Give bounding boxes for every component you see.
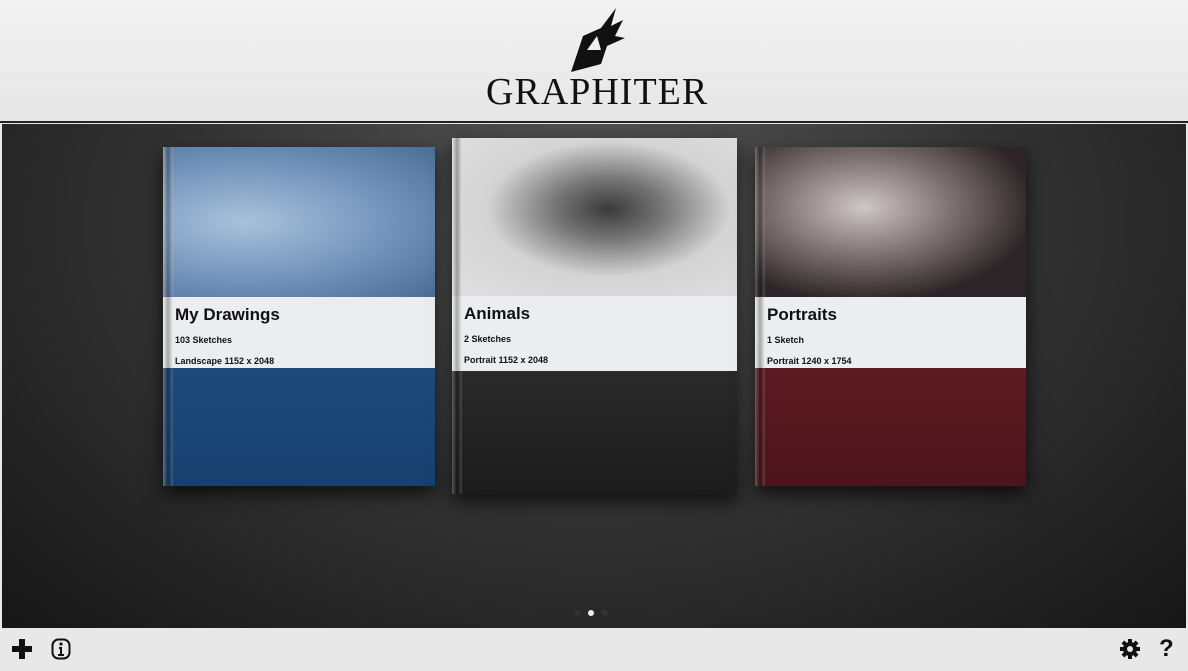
notebook-my-drawings[interactable]: My Drawings 103 Sketches Landscape 1152 … (163, 147, 435, 486)
sketch-count: 2 Sketches (464, 334, 512, 344)
info-icon (51, 638, 71, 660)
page-dot[interactable] (574, 610, 580, 616)
page-format: Landscape 1152 x 2048 (175, 356, 275, 366)
cover-image (755, 147, 1026, 297)
page-dot-active[interactable] (588, 610, 594, 616)
notebook-title: My Drawings (175, 305, 280, 324)
plus-icon (12, 639, 32, 659)
app-header: GRAPHITER (0, 0, 1188, 123)
cover-image (452, 138, 737, 296)
book-spine (163, 147, 173, 486)
page-indicator (574, 610, 608, 616)
add-notebook-button[interactable] (11, 638, 33, 664)
book-spine (755, 147, 765, 486)
pen-nib-logo-icon (571, 8, 625, 72)
page-dot[interactable] (602, 610, 608, 616)
notebook-animals[interactable]: Animals 2 Sketches Portrait 1152 x 2048 (452, 138, 737, 494)
sketch-count: 103 Sketches (175, 335, 233, 345)
notebook-title: Animals (464, 304, 531, 323)
cover-cloth (755, 368, 1026, 486)
book-spine (452, 138, 462, 494)
notebook-title: Portraits (767, 305, 837, 324)
app-logo: GRAPHITER (486, 6, 709, 114)
gear-icon (1120, 639, 1140, 659)
info-button[interactable] (51, 638, 71, 664)
cover-cloth (163, 368, 435, 486)
app-title: GRAPHITER (486, 71, 709, 113)
bottom-toolbar: ? (0, 628, 1188, 671)
help-button[interactable]: ? (1159, 637, 1174, 661)
sketch-count: 1 Sketch (767, 335, 805, 345)
cover-image (163, 147, 435, 297)
settings-button[interactable] (1119, 638, 1141, 664)
page-format: Portrait 1240 x 1754 (767, 356, 852, 366)
page-format: Portrait 1152 x 2048 (464, 355, 549, 365)
cover-cloth (452, 371, 737, 494)
notebook-portraits[interactable]: Portraits 1 Sketch Portrait 1240 x 1754 (755, 147, 1026, 486)
